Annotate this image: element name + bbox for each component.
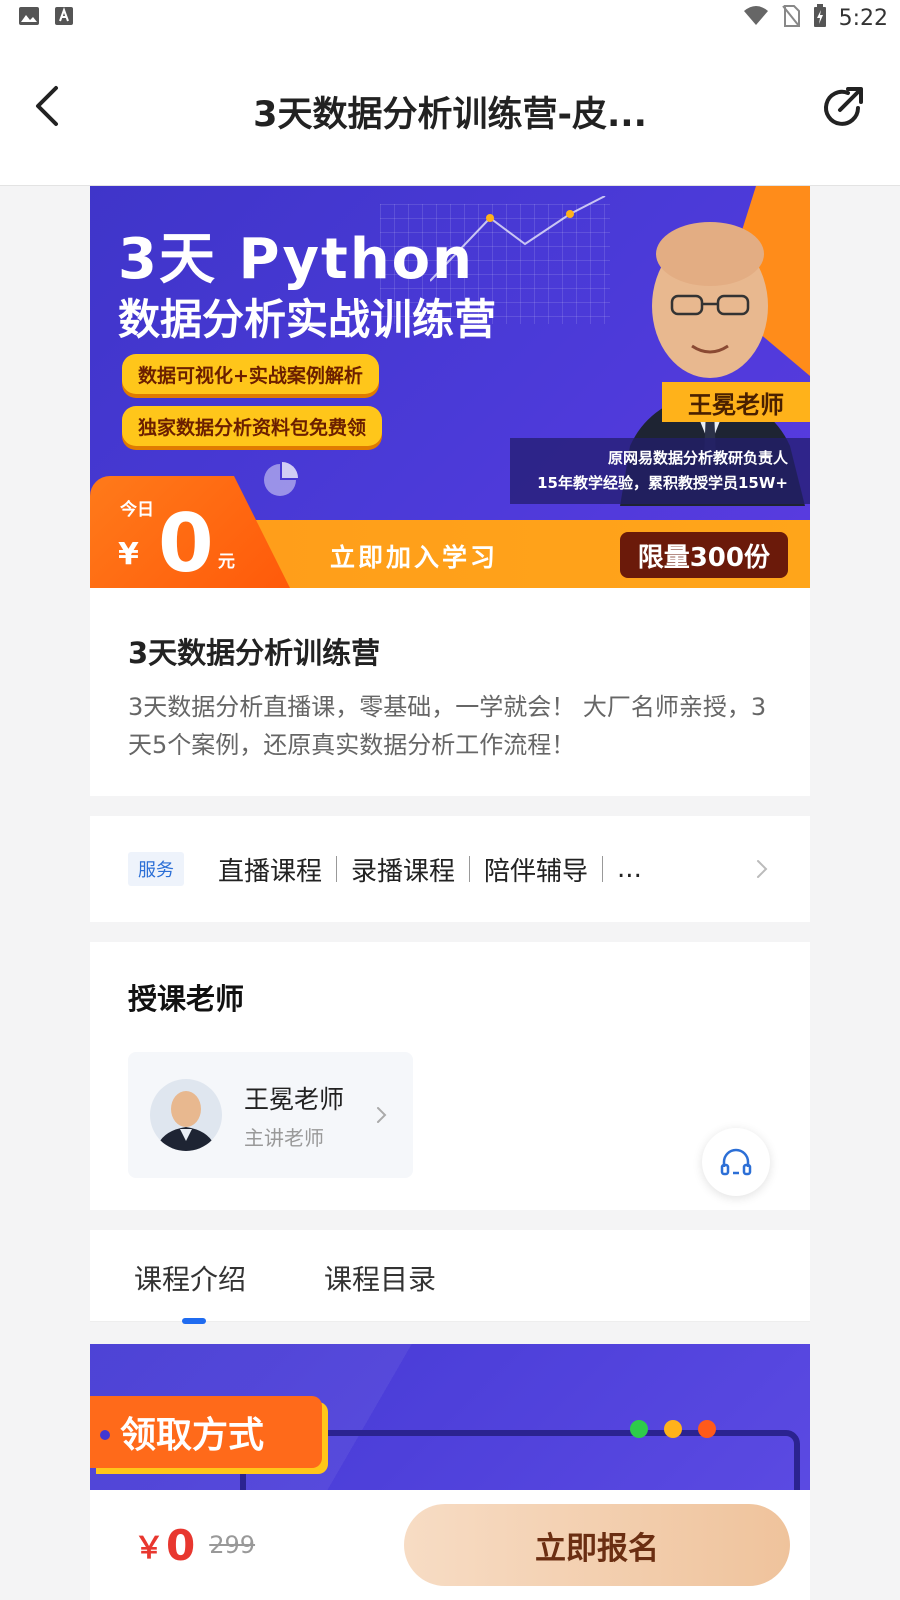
status-time: 5:22 — [838, 5, 888, 31]
intro-banner: 领取方式 — [90, 1344, 810, 1490]
avatar — [150, 1079, 222, 1151]
chevron-left-icon — [36, 86, 58, 126]
tab-course-intro[interactable]: 课程介绍 — [134, 1258, 246, 1298]
headset-icon — [720, 1148, 752, 1176]
dot-green — [630, 1420, 648, 1438]
hero-title-line1: 3天 Python — [118, 227, 475, 292]
image-icon — [18, 6, 40, 30]
service-item-more: ... — [617, 854, 642, 884]
service-badge: 服务 — [128, 852, 184, 886]
teacher-role: 主讲老师 — [244, 1125, 324, 1150]
teacher-card[interactable]: 王冕老师 主讲老师 — [128, 1052, 413, 1178]
dot-red — [698, 1420, 716, 1438]
course-info-card: 3天数据分析训练营 3天数据分析直播课，零基础，一学就会！ 大厂名师亲授，3天5… — [90, 588, 810, 796]
bottom-original-price: 299 — [209, 1531, 256, 1559]
credential-line-2: 15年教学经验，累积教授学员15W+ — [537, 474, 788, 492]
chevron-right-icon — [757, 860, 768, 878]
credential-line-1: 原网易数据分析教研负责人 — [607, 449, 788, 467]
course-tabs: 课程介绍 课程目录 — [90, 1230, 810, 1324]
hero-yen-symbol: ¥ — [118, 537, 139, 572]
hero-price: 0 — [158, 497, 214, 588]
service-separator — [469, 856, 471, 882]
hero-yuan-label: 元 — [218, 552, 235, 572]
teacher-name: 王冕老师 — [244, 1084, 345, 1114]
enroll-button[interactable]: 立即报名 — [404, 1504, 790, 1586]
teacher-section: 授课老师 王冕老师 主讲老师 — [90, 942, 810, 1210]
teacher-name-tag: 王冕老师 — [662, 382, 810, 422]
service-row[interactable]: 服务 直播课程 录播课程 陪伴辅导 ... — [90, 816, 810, 922]
back-button[interactable] — [28, 84, 72, 128]
course-title: 3天数据分析训练营 — [128, 636, 381, 670]
page-title: 3天数据分析训练营-皮... — [253, 95, 647, 135]
status-bar: 5:22 — [0, 0, 900, 36]
hero-pill-visualization: 数据可视化+实战案例解析 — [122, 354, 379, 394]
chevron-right-icon — [377, 1107, 387, 1123]
top-nav: 3天数据分析训练营-皮... — [0, 36, 900, 186]
service-separator — [336, 856, 338, 882]
bottom-price: 0 — [166, 1520, 196, 1570]
service-item-tutoring: 陪伴辅导 — [484, 856, 589, 887]
wifi-icon — [743, 5, 769, 31]
hero-today-label: 今日 — [120, 500, 154, 520]
service-item-live: 直播课程 — [218, 856, 323, 887]
customer-service-button[interactable] — [702, 1128, 770, 1196]
intro-label: 领取方式 — [90, 1396, 322, 1468]
status-left — [18, 6, 74, 30]
share-button[interactable] — [818, 84, 866, 132]
dot-yellow — [664, 1420, 682, 1438]
active-tab-indicator — [182, 1318, 206, 1324]
hero-join-text: 立即加入学习 — [330, 543, 499, 572]
battery-charging-icon — [813, 4, 827, 32]
service-item-recorded: 录播课程 — [351, 856, 456, 887]
teacher-section-heading: 授课老师 — [128, 982, 245, 1016]
teacher-card-text: 王冕老师 主讲老师 — [244, 1080, 344, 1151]
text-a-icon — [54, 6, 74, 30]
hero-limit-badge: 限量300份 — [619, 532, 788, 578]
course-description: 3天数据分析直播课，零基础，一学就会！ 大厂名师亲授，3天5个案例，还原真实数据… — [128, 693, 767, 759]
hero-pill-resources: 独家数据分析资料包免费领 — [122, 406, 383, 446]
service-separator — [602, 856, 604, 882]
teacher-credentials: 原网易数据分析教研负责人 15年教学经验，累积教授学员15W+ — [510, 438, 810, 504]
hero-banner[interactable]: 3天 Python 数据分析实战训练营 数据可视化+实战案例解析 独家数据分析资… — [90, 186, 810, 588]
intro-label-text: 领取方式 — [120, 1415, 265, 1456]
pie-chart-icon — [264, 462, 298, 496]
intro-dot — [100, 1430, 110, 1440]
tab-course-catalog[interactable]: 课程目录 — [324, 1258, 436, 1298]
bottom-yen-symbol: ￥ — [134, 1531, 164, 1566]
no-sim-icon — [781, 4, 801, 32]
intro-frame — [240, 1430, 800, 1490]
hero-title-line2: 数据分析实战训练营 — [118, 295, 497, 344]
bottom-bar: ￥ 0 299 立即报名 — [90, 1490, 810, 1600]
window-dots — [630, 1420, 716, 1438]
service-items: 直播课程 录播课程 陪伴辅导 ... — [218, 851, 752, 888]
status-right: 5:22 — [743, 4, 888, 32]
share-icon — [824, 87, 863, 126]
